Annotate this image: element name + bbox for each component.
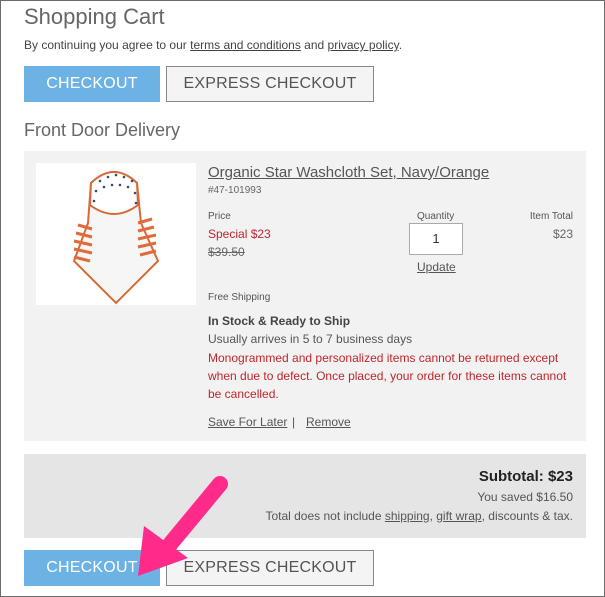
section-heading: Front Door Delivery bbox=[24, 120, 181, 140]
hooded-towel-image[interactable] bbox=[36, 163, 196, 305]
price-label: Price bbox=[208, 211, 231, 222]
terms-and: and bbox=[300, 38, 328, 52]
privacy-link[interactable]: privacy policy bbox=[328, 38, 399, 52]
quantity-input[interactable]: 1 bbox=[409, 223, 463, 255]
return-warning: Monogrammed and personalized items canno… bbox=[208, 351, 567, 401]
gift-wrap-link[interactable]: gift wrap bbox=[436, 509, 481, 523]
terms-suffix: . bbox=[398, 38, 403, 52]
remove-link[interactable]: Remove bbox=[306, 415, 351, 429]
order-summary: Subtotal: $23 You saved $16.50 Total doe… bbox=[24, 454, 586, 538]
update-link[interactable]: Update bbox=[417, 260, 456, 274]
cart-item: Organic Star Washcloth Set, Navy/Orange … bbox=[24, 151, 586, 441]
save-for-later-link[interactable]: Save For Later bbox=[208, 415, 287, 429]
express-checkout-button-top[interactable]: EXPRESS CHECKOUT bbox=[166, 66, 374, 102]
terms-link[interactable]: terms and conditions bbox=[190, 38, 301, 52]
disclaimer-suffix: , discounts & tax. bbox=[481, 509, 573, 523]
page-title: Shopping Cart bbox=[24, 4, 165, 29]
special-price: Special $23 bbox=[208, 227, 271, 241]
checkout-button-top[interactable]: CHECKOUT bbox=[24, 66, 160, 102]
free-shipping-label: Free Shipping bbox=[208, 292, 271, 303]
pink-arrow-icon bbox=[138, 476, 228, 576]
item-sku: #47-101993 bbox=[208, 185, 262, 196]
link-separator: | bbox=[292, 415, 296, 429]
stock-status: In Stock & Ready to Ship bbox=[208, 314, 351, 328]
hooded-towel-icon bbox=[72, 171, 160, 305]
disclaimer-prefix: Total does not include bbox=[265, 509, 385, 523]
item-total-label: Item Total bbox=[529, 211, 573, 222]
total-disclaimer: Total does not include shipping, gift wr… bbox=[265, 509, 573, 523]
terms-prefix: By continuing you agree to our bbox=[24, 38, 191, 52]
quantity-label: Quantity bbox=[417, 211, 455, 222]
item-total-value: $23 bbox=[552, 227, 573, 241]
savings-text: You saved $16.50 bbox=[477, 490, 573, 504]
arrival-estimate: Usually arrives in 5 to 7 business days bbox=[208, 332, 413, 346]
shipping-link[interactable]: shipping bbox=[385, 509, 430, 523]
subtotal: Subtotal: $23 bbox=[478, 468, 573, 485]
item-name-link[interactable]: Organic Star Washcloth Set, Navy/Orange bbox=[208, 164, 489, 181]
terms-notice: By continuing you agree to our terms and… bbox=[24, 38, 402, 52]
original-price: $39.50 bbox=[208, 245, 245, 259]
